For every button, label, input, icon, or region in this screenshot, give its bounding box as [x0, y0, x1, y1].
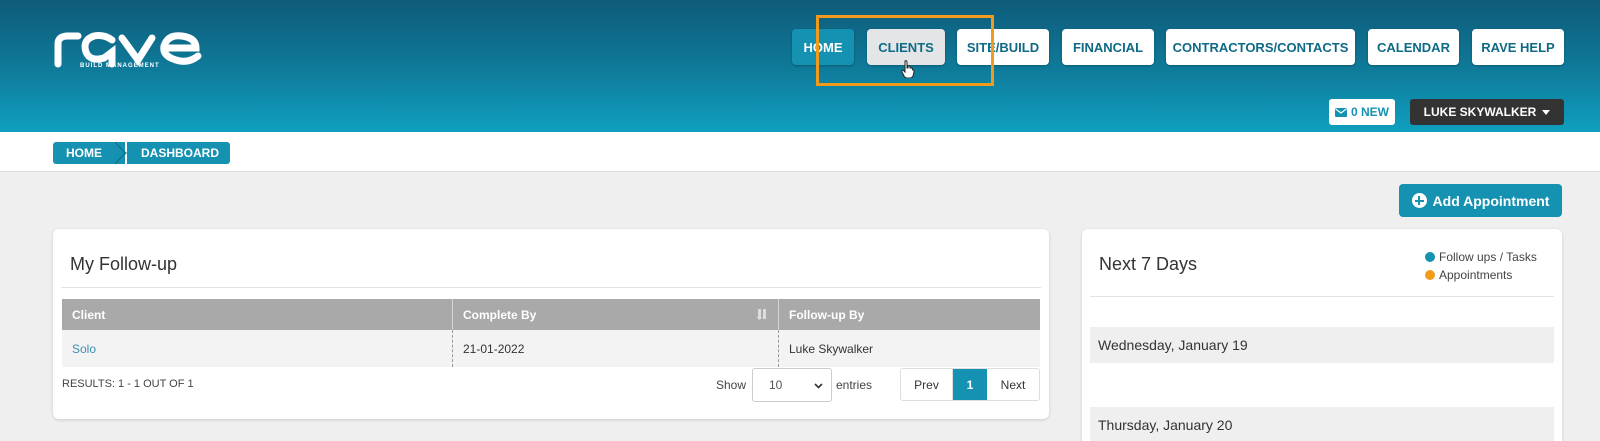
plus-circle-icon	[1411, 193, 1427, 208]
show-label: Show	[716, 378, 747, 392]
divider	[1090, 296, 1554, 297]
column-label: Complete By	[463, 307, 537, 322]
legend-dot-icon	[1425, 252, 1435, 262]
column-client[interactable]: Client	[62, 299, 453, 330]
breadcrumb-separator-icon	[115, 142, 127, 164]
column-label: Client	[72, 307, 106, 322]
next-7-days-title: Next 7 Days	[1099, 254, 1198, 274]
add-appointment-button[interactable]: Add Appointment	[1399, 184, 1562, 217]
table-row[interactable]: Solo 21-01-2022 Luke Skywalker	[62, 330, 1040, 367]
chevron-down-icon	[814, 383, 823, 389]
table-header: Client Complete By Follow-up By	[62, 299, 1040, 330]
caret-down-icon	[1542, 109, 1551, 115]
user-menu-button[interactable]: LUKE SKYWALKER	[1410, 99, 1564, 125]
nav-site-build[interactable]: SITE/BUILD	[957, 29, 1049, 65]
legend-label: Follow ups / Tasks	[1439, 250, 1537, 264]
nav-home[interactable]: HOME	[792, 29, 854, 65]
user-name: LUKE SKYWALKER	[1423, 105, 1537, 119]
next-page-button[interactable]: Next	[987, 369, 1039, 400]
divider	[61, 287, 1041, 288]
page-size-value: 10	[769, 378, 783, 392]
entries-label: entries	[836, 378, 873, 392]
legend-item-appointments: Appointments	[1425, 266, 1537, 284]
legend: Follow ups / Tasks Appointments	[1425, 248, 1537, 284]
results-count: RESULTS: 1 - 1 OUT OF 1	[62, 378, 194, 390]
hand-pointer-icon	[901, 60, 915, 78]
next-7-days-panel: Next 7 Days Follow ups / Tasks Appointme…	[1082, 229, 1562, 441]
nav-rave-help[interactable]: RAVE HELP	[1472, 29, 1564, 65]
column-followup-by[interactable]: Follow-up By	[779, 299, 1040, 330]
cell-followup-by: Luke Skywalker	[789, 341, 874, 356]
envelope-icon	[1334, 107, 1347, 117]
column-label: Follow-up By	[789, 307, 865, 322]
top-header: BUILD MANAGEMENT HOME CLIENTS SITE/BUILD…	[0, 0, 1600, 132]
client-link[interactable]: Solo	[72, 342, 96, 356]
cell-complete-by: 21-01-2022	[453, 330, 779, 367]
prev-page-button[interactable]: Prev	[901, 369, 953, 400]
pagination: Prev 1 Next	[900, 368, 1040, 401]
page-size-select[interactable]: 10	[752, 368, 832, 402]
logo-subtitle: BUILD MANAGEMENT	[80, 63, 160, 69]
legend-dot-icon	[1425, 270, 1435, 280]
followup-panel: My Follow-up Client Complete By Follow-u…	[53, 229, 1049, 419]
day-header-wednesday: Wednesday, January 19	[1090, 327, 1554, 363]
breadcrumb-dashboard[interactable]: DASHBOARD	[127, 142, 230, 164]
followup-title: My Follow-up	[70, 254, 178, 274]
breadcrumb-bar: HOME DASHBOARD	[0, 132, 1600, 172]
current-page-button[interactable]: 1	[953, 369, 987, 400]
followup-table: Client Complete By Follow-up By Solo 21-…	[62, 299, 1040, 367]
legend-label: Appointments	[1439, 268, 1513, 282]
legend-item-followups: Follow ups / Tasks	[1425, 248, 1537, 266]
nav-financial[interactable]: FINANCIAL	[1062, 29, 1154, 65]
sort-icon[interactable]	[756, 308, 768, 320]
nav-calendar[interactable]: CALENDAR	[1368, 29, 1459, 65]
column-complete-by[interactable]: Complete By	[453, 299, 779, 330]
cell-client[interactable]: Solo	[62, 330, 453, 367]
messages-button[interactable]: 0 NEW	[1329, 99, 1395, 125]
add-appointment-label: Add Appointment	[1432, 192, 1550, 209]
nav-contractors-contacts[interactable]: CONTRACTORS/CONTACTS	[1166, 29, 1355, 65]
messages-count: 0 NEW	[1350, 105, 1389, 119]
day-header-thursday: Thursday, January 20	[1090, 407, 1554, 441]
